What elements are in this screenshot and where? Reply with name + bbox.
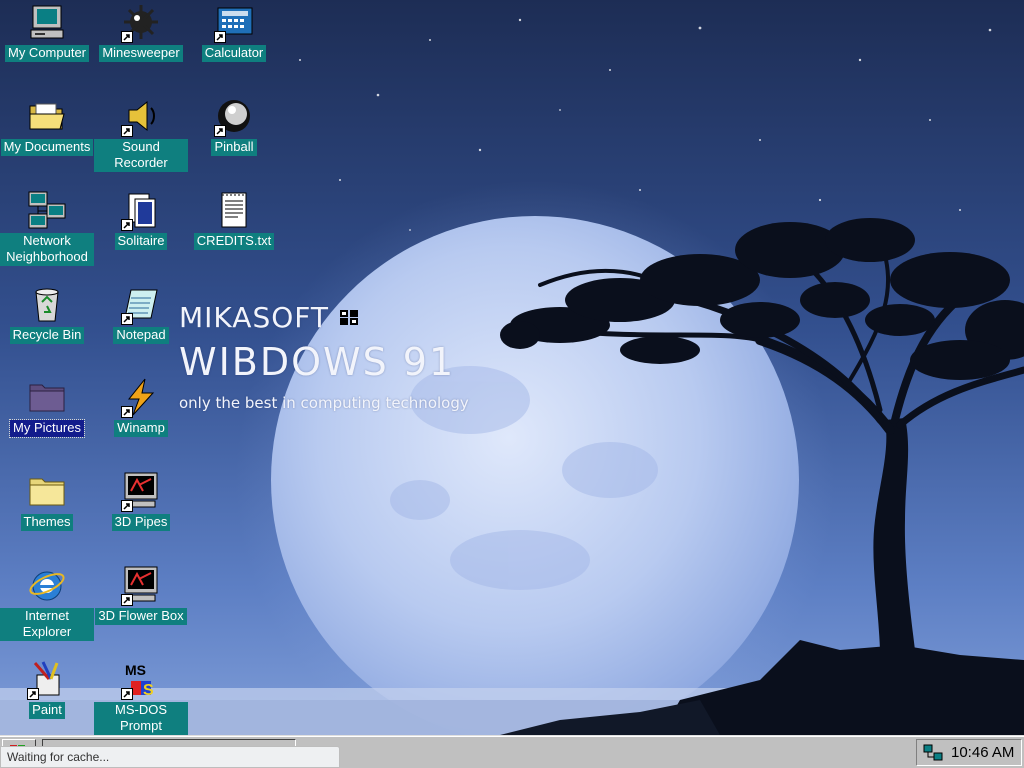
desktop-icon-sound-recorder[interactable]: Sound Recorder: [94, 94, 188, 172]
sound-recorder-icon: [119, 94, 163, 138]
svg-text:S: S: [143, 682, 154, 699]
folder-icon: [25, 469, 69, 513]
desktop-icon-themes[interactable]: Themes: [0, 469, 94, 531]
desktop-icon-solitaire[interactable]: Solitaire: [94, 188, 188, 250]
icon-label: Notepad: [113, 327, 169, 344]
icon-label: MS-DOS Prompt: [94, 702, 188, 735]
desktop-icon-notepad[interactable]: Notepad: [94, 282, 188, 344]
icon-label: Network Neighborhood: [0, 233, 94, 266]
notepad-icon: [119, 282, 163, 326]
icon-label: My Pictures: [9, 419, 85, 438]
shortcut-arrow-icon: [214, 31, 226, 43]
shortcut-arrow-icon: [121, 406, 133, 418]
desktop-icon-paint[interactable]: Paint: [0, 657, 94, 719]
desktop-icon-pinball[interactable]: Pinball: [187, 94, 281, 156]
desktop-icon-winamp[interactable]: Winamp: [94, 375, 188, 437]
pinball-icon: [212, 94, 256, 138]
minesweeper-icon: [119, 0, 163, 44]
shortcut-arrow-icon: [121, 688, 133, 700]
shortcut-arrow-icon: [121, 31, 133, 43]
paint-icon: [25, 657, 69, 701]
company-name: MIKASOFT: [179, 300, 329, 334]
desktop-icon-credits-txt[interactable]: CREDITS.txt: [187, 188, 281, 250]
desktop-icon-my-computer[interactable]: My Computer: [0, 0, 94, 62]
shortcut-arrow-icon: [121, 125, 133, 137]
winamp-icon: [119, 375, 163, 419]
icon-label: Solitaire: [114, 233, 168, 250]
icon-label: Pinball: [211, 139, 257, 156]
desktop-icon-internet-explorer[interactable]: Internet Explorer: [0, 563, 94, 641]
icon-label: My Computer: [4, 45, 90, 62]
svg-text:MS: MS: [125, 662, 146, 678]
desktop-icon-3d-pipes[interactable]: 3D Pipes: [94, 469, 188, 531]
icon-label: Recycle Bin: [9, 327, 85, 344]
shortcut-arrow-icon: [121, 500, 133, 512]
shortcut-arrow-icon: [27, 688, 39, 700]
taskbar-clock[interactable]: 10:46 AM: [951, 744, 1014, 761]
product-name: WIBDOWS 91: [179, 340, 456, 384]
screensaver-icon: [119, 563, 163, 607]
shortcut-arrow-icon: [214, 125, 226, 137]
shortcut-arrow-icon: [121, 313, 133, 325]
folder-icon: [25, 375, 69, 419]
icon-label: My Documents: [0, 139, 94, 156]
company-name-row: MIKASOFT: [179, 298, 469, 336]
icon-label: 3D Pipes: [111, 514, 171, 531]
internet-explorer-icon: [25, 563, 69, 607]
icon-label: CREDITS.txt: [193, 233, 275, 250]
icon-label: Sound Recorder: [94, 139, 188, 172]
desktop-icon-network-neighborhood[interactable]: Network Neighborhood: [0, 188, 94, 266]
desktop-icon-recycle-bin[interactable]: Recycle Bin: [0, 282, 94, 344]
network-icon: [25, 188, 69, 232]
text-file-icon: [212, 188, 256, 232]
system-tray: 10:46 AM: [916, 739, 1022, 766]
shortcut-arrow-icon: [121, 594, 133, 606]
desktop-icon-my-documents[interactable]: My Documents: [0, 94, 94, 156]
icon-label: Minesweeper: [99, 45, 183, 62]
ms-dos-icon: MS S: [119, 657, 163, 701]
status-message: Waiting for cache...: [0, 746, 340, 768]
icon-label: Winamp: [114, 420, 168, 437]
icon-label: Paint: [29, 702, 65, 719]
desktop-icon-minesweeper[interactable]: Minesweeper: [94, 0, 188, 62]
solitaire-icon: [119, 188, 163, 232]
recycle-bin-icon: [25, 282, 69, 326]
open-folder-icon: [25, 94, 69, 138]
desktop-icon-my-pictures[interactable]: My Pictures: [0, 375, 94, 438]
wallpaper-branding: MIKASOFT WIBDOWS 91 only the best in com…: [179, 298, 469, 413]
network-tray-icon[interactable]: [923, 743, 943, 763]
desktop-icon-3d-flower-box[interactable]: 3D Flower Box: [94, 563, 188, 625]
icon-label: Internet Explorer: [0, 608, 94, 641]
tagline: only the best in computing technology: [179, 394, 469, 412]
icon-label: Themes: [20, 514, 74, 531]
my-computer-icon: [25, 0, 69, 44]
calculator-icon: [212, 0, 256, 44]
windows-flag-icon: [339, 310, 358, 325]
icon-label: Calculator: [201, 45, 267, 62]
icon-label: 3D Flower Box: [95, 608, 187, 625]
desktop-icon-ms-dos-prompt[interactable]: MS S MS-DOS Prompt: [94, 657, 188, 735]
screensaver-icon: [119, 469, 163, 513]
desktop-icon-calculator[interactable]: Calculator: [187, 0, 281, 62]
shortcut-arrow-icon: [121, 219, 133, 231]
